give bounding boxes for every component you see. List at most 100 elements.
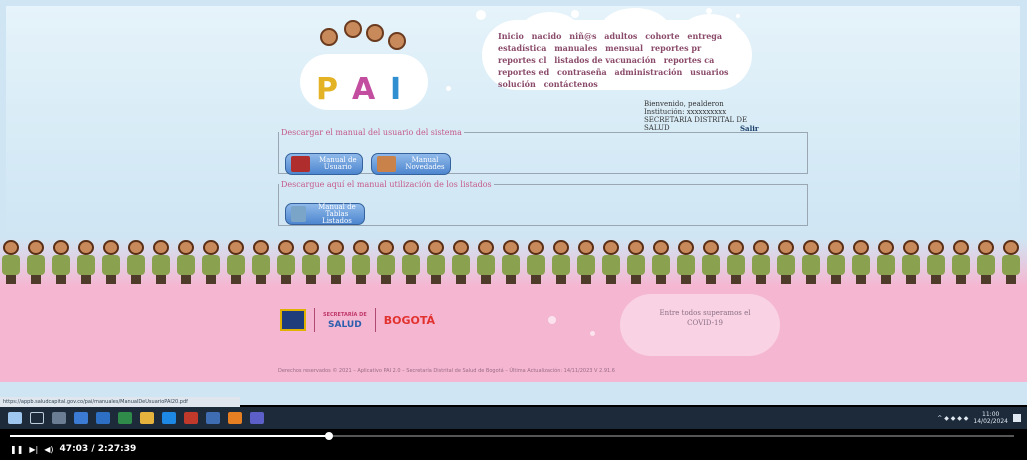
app-icon[interactable] — [74, 412, 88, 424]
kid-figure-icon — [825, 238, 847, 284]
kid-figure-icon — [725, 238, 747, 284]
manual-listados-button[interactable]: Manual de Tablas Listados — [285, 203, 365, 225]
kid-figure-icon — [650, 238, 672, 284]
logo-letter-i: I — [390, 72, 402, 107]
nav-administracion[interactable]: administración — [615, 67, 683, 77]
video-time: 47:03 / 2:27:39 — [59, 444, 137, 454]
bubble-decoration — [446, 86, 451, 91]
kid-figure-icon — [350, 238, 372, 284]
kid-figure-icon — [200, 238, 222, 284]
salud-logo: SECRETARÍA DE SALUD — [323, 310, 367, 330]
nav-contrasena[interactable]: contraseña — [557, 67, 607, 77]
divider — [314, 308, 315, 332]
nav-nacido[interactable]: nacido — [532, 31, 562, 41]
bubble-decoration — [476, 10, 486, 20]
nav-entrega[interactable]: entrega — [687, 31, 722, 41]
kid-figure-icon — [550, 238, 572, 284]
nav-cohorte[interactable]: cohorte — [645, 31, 679, 41]
pause-icon[interactable]: ❚❚ — [10, 445, 23, 454]
kid-figure-icon — [500, 238, 522, 284]
kid-figure-icon — [400, 238, 422, 284]
kid-figure-icon — [600, 238, 622, 284]
institution-text: Institución: xxxxxxxxxx — [644, 108, 727, 116]
kid-figure-icon — [325, 238, 347, 284]
kid-figure-icon — [875, 238, 897, 284]
nav-reportes-cl[interactable]: reportes cl — [498, 55, 546, 65]
kid-figure-icon — [475, 238, 497, 284]
bubble-decoration — [736, 14, 740, 18]
manual-usuario-button[interactable]: Manual de Usuario — [285, 153, 363, 175]
kid-figure-icon — [850, 238, 872, 284]
nav-reportes-ed[interactable]: reportes ed — [498, 67, 549, 77]
notification-icon[interactable] — [1013, 414, 1021, 422]
nav-usuarios[interactable]: usuarios — [690, 67, 728, 77]
pai-logo: P A I — [300, 14, 430, 110]
volume-icon[interactable]: ◀) — [44, 445, 53, 454]
nav-mensual[interactable]: mensual — [605, 43, 643, 53]
start-icon[interactable] — [8, 412, 22, 424]
page-footer: Entre todos superamos el COVID-19 SECRET… — [0, 286, 1027, 382]
folder-icon[interactable] — [140, 412, 154, 424]
kid-figure-icon — [775, 238, 797, 284]
system-tray: ^ ◆ ◆ ◆ ◆ 11:00 14/02/2024 — [937, 411, 1021, 425]
covid-message: Entre todos superamos el COVID-19 — [659, 309, 751, 327]
task-view-icon[interactable] — [52, 412, 66, 424]
nav-inicio[interactable]: Inicio — [498, 31, 524, 41]
manual-novedades-label: Manual Novedades — [405, 156, 445, 171]
kid-figure-icon — [1000, 238, 1022, 284]
listados-box-legend: Descargue aquí el manual utilización de … — [281, 180, 492, 189]
nav-ninos[interactable]: niñ@s — [569, 31, 596, 41]
manual-box-legend: Descargar el manual del usuario del sist… — [281, 128, 462, 137]
video-scrubber-handle[interactable] — [325, 432, 334, 440]
kid-figure-icon — [175, 238, 197, 284]
word-icon[interactable] — [206, 412, 220, 424]
bubble-decoration — [590, 331, 595, 336]
kid-figure-icon — [100, 238, 122, 284]
edge-icon[interactable] — [96, 412, 110, 424]
nav-estadistica[interactable]: estadística — [498, 43, 546, 53]
manual-novedades-button[interactable]: Manual Novedades — [371, 153, 451, 175]
kid-icon — [320, 28, 338, 46]
kid-figure-icon — [150, 238, 172, 284]
skip-next-icon[interactable]: ▶| — [29, 445, 38, 454]
browser-icon[interactable] — [162, 412, 176, 424]
salud-logo-text: SALUD — [328, 320, 362, 330]
video-frame: P A I Inicio nacido niñ@s adultos cohort… — [0, 0, 1027, 460]
clock-time: 11:00 — [982, 411, 1000, 418]
video-progress-bar[interactable] — [10, 435, 1014, 437]
document-icon — [291, 206, 306, 222]
manual-listados-label: Manual de Tablas Listados — [318, 202, 356, 225]
taskbar: ^ ◆ ◆ ◆ ◆ 11:00 14/02/2024 — [0, 407, 1027, 429]
status-bar-url: https://appb.saludcapital.gov.co/pai/man… — [0, 397, 240, 407]
manual-download-box: Descargar el manual del usuario del sist… — [278, 128, 808, 175]
clock[interactable]: 11:00 14/02/2024 — [973, 411, 1008, 425]
kid-figure-icon — [25, 238, 47, 284]
logo-letter-a: A — [352, 72, 376, 107]
kid-figure-icon — [0, 238, 22, 284]
kid-figure-icon — [575, 238, 597, 284]
kid-figure-icon — [925, 238, 947, 284]
kid-figure-icon — [525, 238, 547, 284]
chrome-icon[interactable] — [228, 412, 242, 424]
listados-download-box: Descargue aquí el manual utilización de … — [278, 180, 808, 226]
video-controls: ❚❚ ▶| ◀) 47:03 / 2:27:39 — [10, 444, 136, 454]
excel-icon[interactable] — [118, 412, 132, 424]
kid-icon — [366, 24, 384, 42]
nav-reportes-ca[interactable]: reportes ca — [664, 55, 715, 65]
teams-icon[interactable] — [250, 412, 264, 424]
kid-figure-icon — [425, 238, 447, 284]
nav-reportes-pr[interactable]: reportes pr — [651, 43, 701, 53]
nav-listados[interactable]: listados de vacunación — [554, 55, 656, 65]
app-icon[interactable] — [184, 412, 198, 424]
books-icon — [377, 156, 397, 172]
nav-solucion[interactable]: solución — [498, 79, 536, 89]
kid-figure-icon — [750, 238, 772, 284]
nav-contactenos[interactable]: contáctenos — [544, 79, 598, 89]
kid-icon — [344, 20, 362, 38]
kid-figure-icon — [375, 238, 397, 284]
bubble-decoration — [571, 10, 579, 18]
nav-adultos[interactable]: adultos — [604, 31, 637, 41]
tray-icons[interactable]: ^ ◆ ◆ ◆ ◆ — [937, 415, 968, 422]
nav-manuales[interactable]: manuales — [554, 43, 597, 53]
search-icon[interactable] — [30, 412, 44, 424]
